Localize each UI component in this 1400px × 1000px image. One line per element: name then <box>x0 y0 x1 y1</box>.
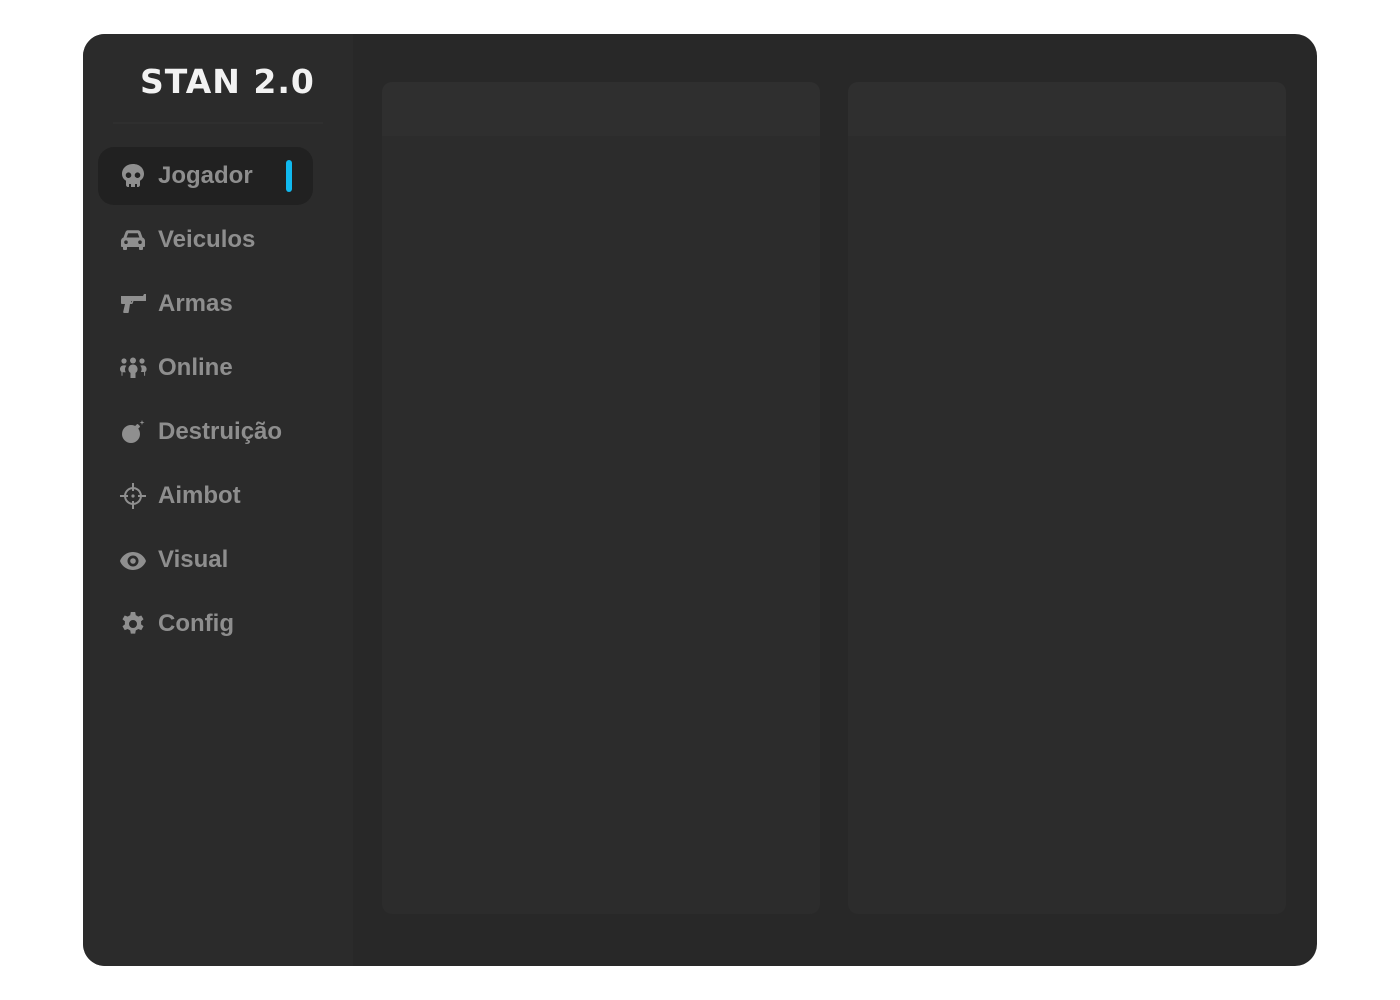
sidebar-item-label: Online <box>158 354 233 381</box>
panel-header <box>382 82 820 136</box>
sidebar-item-label: Veiculos <box>158 226 256 253</box>
app-window: STAN 2.0 Jogador Veiculos Armas Online D… <box>83 34 1317 966</box>
gear-icon <box>118 609 148 639</box>
sidebar-item-aimbot[interactable]: Aimbot <box>98 467 313 525</box>
bomb-icon <box>118 417 148 447</box>
car-icon <box>118 225 148 255</box>
sidebar-item-jogador[interactable]: Jogador <box>98 147 313 205</box>
logo-divider <box>113 122 323 124</box>
active-indicator <box>286 160 292 192</box>
sidebar-item-online[interactable]: Online <box>98 339 313 397</box>
sidebar-item-veiculos[interactable]: Veiculos <box>98 211 313 269</box>
app-logo: STAN 2.0 <box>140 62 315 101</box>
panel-header <box>848 82 1286 136</box>
sidebar-item-label: Jogador <box>158 162 253 189</box>
sidebar-item-visual[interactable]: Visual <box>98 531 313 589</box>
people-group-icon <box>118 353 148 383</box>
content-panel-right <box>848 82 1286 914</box>
crosshairs-icon <box>118 481 148 511</box>
sidebar-item-label: Armas <box>158 290 233 317</box>
sidebar-item-destruicao[interactable]: Destruição <box>98 403 313 461</box>
sidebar-item-label: Config <box>158 610 234 637</box>
gun-icon <box>118 289 148 319</box>
skull-icon <box>118 161 148 191</box>
sidebar-item-label: Aimbot <box>158 482 241 509</box>
sidebar-item-config[interactable]: Config <box>98 595 313 653</box>
sidebar: STAN 2.0 Jogador Veiculos Armas Online D… <box>83 34 353 966</box>
sidebar-item-label: Destruição <box>158 418 283 445</box>
sidebar-nav: Jogador Veiculos Armas Online Destruição… <box>98 147 313 659</box>
sidebar-item-armas[interactable]: Armas <box>98 275 313 333</box>
eye-icon <box>118 545 148 575</box>
sidebar-item-label: Visual <box>158 546 229 573</box>
content-panel-left <box>382 82 820 914</box>
